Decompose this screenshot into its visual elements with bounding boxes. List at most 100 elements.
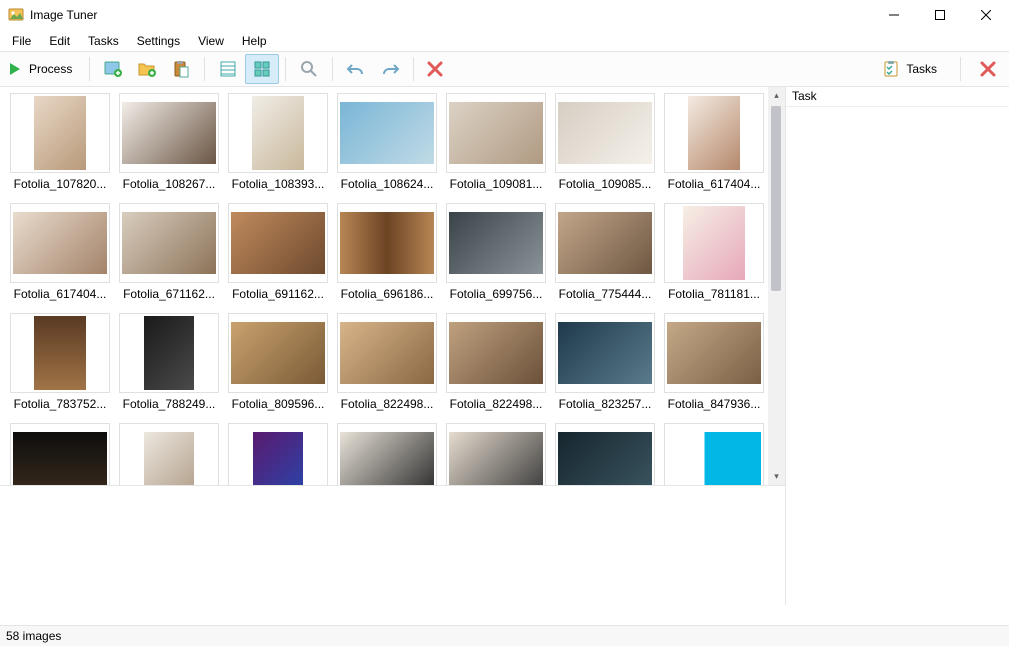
thumbnail-label: Fotolia_699756...	[444, 283, 548, 301]
process-button[interactable]: Process	[0, 54, 83, 84]
thumbnail-image	[446, 203, 546, 283]
thumbnail-item[interactable]: Fotolia_781181...	[662, 203, 766, 311]
menu-tasks[interactable]: Tasks	[80, 32, 127, 50]
scroll-up-icon[interactable]: ▴	[768, 87, 785, 104]
thumbnail-item[interactable]: Fotolia_617404...	[662, 93, 766, 201]
scroll-track[interactable]	[768, 104, 785, 468]
thumbnail-image	[446, 423, 546, 485]
rotate-right-button[interactable]	[373, 54, 407, 84]
add-folder-icon	[137, 59, 157, 79]
thumbnail-item[interactable]: Fotolia_823257...	[553, 313, 657, 421]
thumbnail-image	[664, 203, 764, 283]
magnifier-icon	[299, 59, 319, 79]
zoom-button[interactable]	[292, 54, 326, 84]
menu-file[interactable]: File	[4, 32, 39, 50]
thumbnail-label: Fotolia_108624...	[335, 173, 439, 191]
scroll-down-icon[interactable]: ▾	[768, 468, 785, 485]
thumbnail-item[interactable]	[553, 423, 657, 485]
rotate-left-button[interactable]	[339, 54, 373, 84]
add-folder-button[interactable]	[130, 54, 164, 84]
thumbnail-label: Fotolia_109085...	[553, 173, 657, 191]
thumbnail-image	[10, 93, 110, 173]
thumbnail-item[interactable]: Fotolia_109085...	[553, 93, 657, 201]
thumbnail-image	[664, 313, 764, 393]
thumbnail-item[interactable]	[662, 423, 766, 485]
paste-button[interactable]	[164, 54, 198, 84]
thumbnail-image	[555, 423, 655, 485]
thumbnail-item[interactable]: Fotolia_775444...	[553, 203, 657, 311]
thumbnail-image	[228, 93, 328, 173]
thumbnail-image	[228, 423, 328, 485]
thumbnail-item[interactable]: Fotolia_847936...	[662, 313, 766, 421]
thumbnail-grid[interactable]: Fotolia_107820... Fotolia_108267... Fotoli…	[0, 87, 768, 485]
thumbnail-item[interactable]: Fotolia_809596...	[226, 313, 330, 421]
thumbnail-label: Fotolia_823257...	[553, 393, 657, 411]
thumbnail-item[interactable]: Fotolia_107820...	[8, 93, 112, 201]
thumbnail-item[interactable]: Fotolia_108267...	[117, 93, 221, 201]
thumbnail-image	[119, 93, 219, 173]
thumbnail-label: Fotolia_691162...	[226, 283, 330, 301]
rotate-left-icon	[346, 59, 366, 79]
add-image-icon	[103, 59, 123, 79]
thumbnail-item[interactable]: Fotolia_617404...	[8, 203, 112, 311]
thumbnail-item[interactable]: Fotolia_788249...	[117, 313, 221, 421]
menu-settings[interactable]: Settings	[129, 32, 188, 50]
thumbnail-label: Fotolia_617404...	[662, 173, 766, 191]
thumbnail-item[interactable]: Fotolia_822498...	[444, 313, 548, 421]
thumbnail-image	[555, 203, 655, 283]
x-icon	[980, 61, 996, 77]
checklist-icon	[882, 60, 900, 78]
clear-tasks-button[interactable]	[973, 54, 1003, 84]
thumbnail-label: Fotolia_788249...	[117, 393, 221, 411]
thumbnail-item[interactable]	[335, 423, 439, 485]
titlebar: Image Tuner	[0, 0, 1009, 30]
process-label: Process	[29, 62, 72, 76]
menu-edit[interactable]: Edit	[41, 32, 78, 50]
thumbnail-label: Fotolia_109081...	[444, 173, 548, 191]
x-icon	[427, 61, 443, 77]
menu-view[interactable]: View	[190, 32, 232, 50]
thumbnail-item[interactable]: Fotolia_671162...	[117, 203, 221, 311]
preview-pane	[0, 485, 785, 605]
thumbnail-item[interactable]	[117, 423, 221, 485]
thumbnail-label: Fotolia_775444...	[553, 283, 657, 301]
thumbnail-image	[337, 203, 437, 283]
scroll-thumb[interactable]	[771, 106, 781, 291]
thumbnails-icon	[252, 59, 272, 79]
thumbnail-image	[337, 423, 437, 485]
thumbnail-item[interactable]: Fotolia_822498...	[335, 313, 439, 421]
menu-help[interactable]: Help	[234, 32, 275, 50]
thumbnail-item[interactable]	[444, 423, 548, 485]
vertical-scrollbar[interactable]: ▴ ▾	[768, 87, 785, 485]
thumbnail-item[interactable]: Fotolia_699756...	[444, 203, 548, 311]
thumbnail-item[interactable]	[226, 423, 330, 485]
thumbnail-item[interactable]: Fotolia_109081...	[444, 93, 548, 201]
thumbnail-item[interactable]	[8, 423, 112, 485]
minimize-button[interactable]	[871, 0, 917, 30]
view-list-button[interactable]	[211, 54, 245, 84]
thumbnail-image	[337, 93, 437, 173]
thumbnail-label: Fotolia_671162...	[117, 283, 221, 301]
toolbar: Process Tasks	[0, 51, 1009, 87]
remove-button[interactable]	[420, 54, 450, 84]
content-area: Fotolia_107820... Fotolia_108267... Fotoli…	[0, 87, 1009, 625]
thumbnail-label: Fotolia_108393...	[226, 173, 330, 191]
window-title: Image Tuner	[30, 8, 97, 22]
thumbnail-item[interactable]: Fotolia_108624...	[335, 93, 439, 201]
thumbnail-label: Fotolia_696186...	[335, 283, 439, 301]
thumbnail-image	[555, 313, 655, 393]
add-image-button[interactable]	[96, 54, 130, 84]
thumbnail-label: Fotolia_108267...	[117, 173, 221, 191]
thumbnail-item[interactable]: Fotolia_696186...	[335, 203, 439, 311]
maximize-button[interactable]	[917, 0, 963, 30]
tasks-button[interactable]: Tasks	[875, 54, 948, 84]
view-thumbnails-button[interactable]	[245, 54, 279, 84]
thumbnail-item[interactable]: Fotolia_691162...	[226, 203, 330, 311]
close-button[interactable]	[963, 0, 1009, 30]
thumbnail-item[interactable]: Fotolia_783752...	[8, 313, 112, 421]
thumbnail-image	[446, 313, 546, 393]
thumbnail-item[interactable]: Fotolia_108393...	[226, 93, 330, 201]
thumbnail-image	[446, 93, 546, 173]
thumbnail-image	[664, 423, 764, 485]
thumbnail-image	[119, 203, 219, 283]
